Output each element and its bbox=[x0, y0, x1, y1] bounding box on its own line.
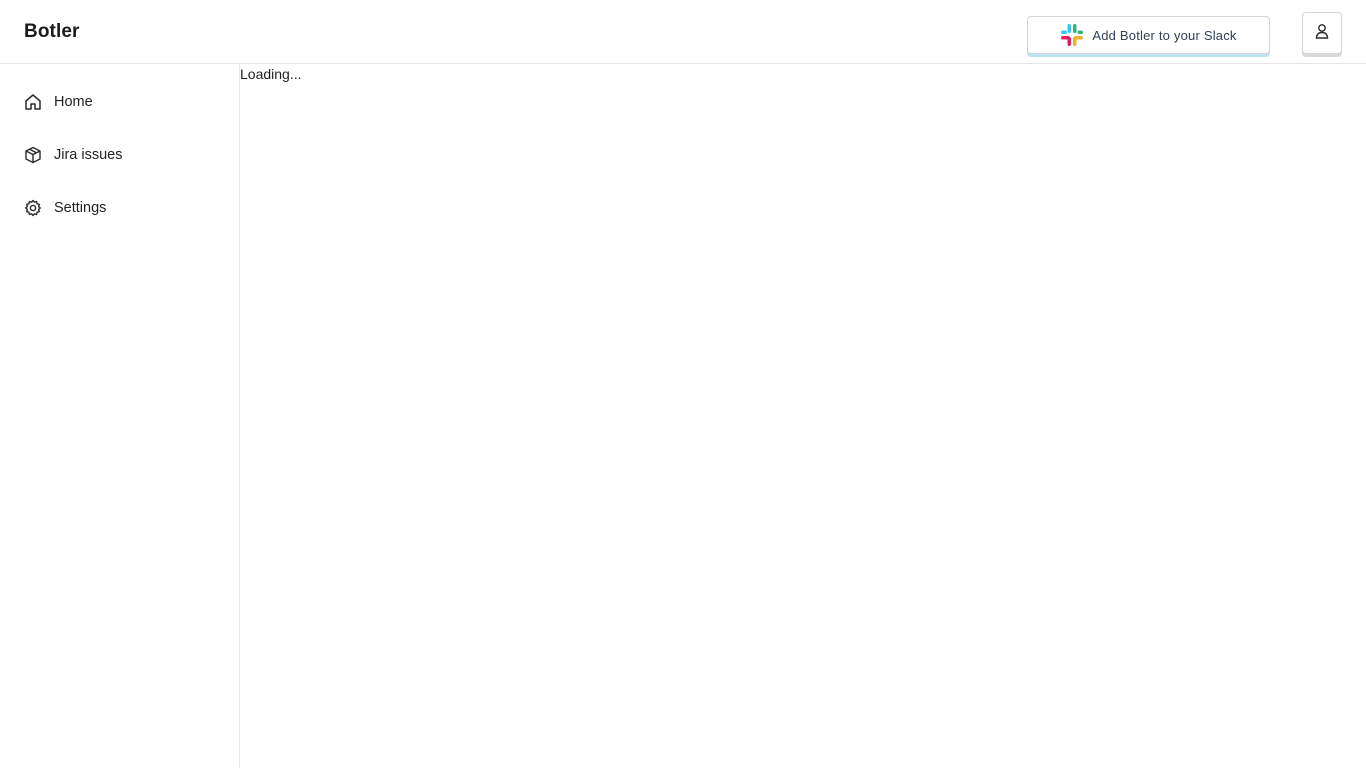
slack-logo-icon bbox=[1060, 23, 1084, 47]
home-icon bbox=[24, 93, 42, 111]
app-logo-title[interactable]: Botler bbox=[24, 19, 80, 45]
gear-icon bbox=[24, 199, 42, 217]
sidebar-item-label: Jira issues bbox=[54, 147, 123, 163]
sidebar-item-settings[interactable]: Settings bbox=[0, 188, 239, 228]
sidebar-item-label: Settings bbox=[54, 200, 107, 216]
package-icon bbox=[24, 146, 42, 164]
main-content: Loading... bbox=[240, 64, 1366, 768]
loading-text: Loading... bbox=[240, 66, 302, 82]
sidebar-item-label: Home bbox=[54, 94, 93, 110]
sidebar-item-home[interactable]: Home bbox=[0, 82, 239, 122]
user-menu-button[interactable] bbox=[1302, 12, 1342, 54]
top-header: Botler Add Botler to your Slack bbox=[0, 0, 1366, 64]
sidebar: Home Jira issues Settings bbox=[0, 64, 240, 768]
add-to-slack-button[interactable]: Add Botler to your Slack bbox=[1027, 16, 1270, 54]
add-to-slack-label: Add Botler to your Slack bbox=[1092, 27, 1237, 43]
user-icon bbox=[1315, 23, 1329, 44]
sidebar-item-jira-issues[interactable]: Jira issues bbox=[0, 135, 239, 175]
